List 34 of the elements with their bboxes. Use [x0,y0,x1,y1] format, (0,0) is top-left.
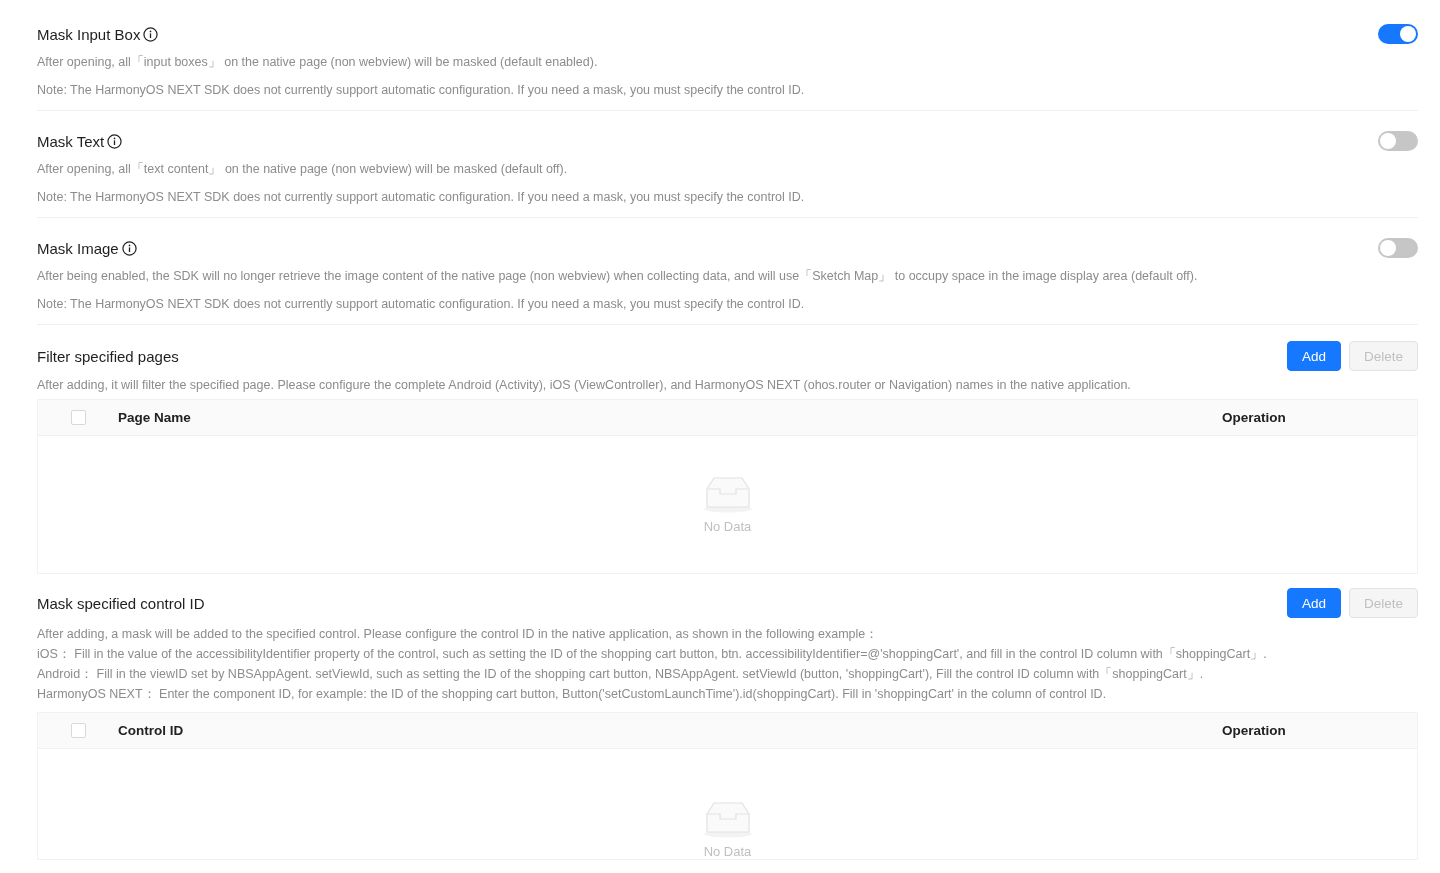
info-icon[interactable] [107,133,123,149]
column-header: Operation [1222,410,1287,425]
setting-title: Mask Text [37,132,105,150]
description-text: Note: The HarmonyOS NEXT SDK does not currently support automatic configuration. If you need a mask, you must specify the control ID. [37,296,806,313]
description-text: After opening, all「input boxes」 on the native page (non webview) will be masked (default enabled). [37,54,599,71]
description-text: HarmonyOS NEXT： Enter the component ID, for example: the ID of the shopping cart button, Button('setCustomLaunchTime').id(shoppingCart). Fill in 'shoppingCart' in the column of control ID. [37,686,1108,703]
column-header: Operation [1222,723,1287,738]
description-text: After opening, all「text content」 on the native page (non webview) will be masked (default off). [37,161,569,178]
description-text: iOS： Fill in the value of the accessibilityIdentifier property of the control, such as setting the ID of the shopping cart button, btn. accessibilityIdentifier=@'shoppingCart', and fill in the control ID column with「shoppingCart」. [37,646,1268,663]
column-header: Control ID [118,723,185,738]
setting-title: Mask Image [37,239,119,257]
description-text: Note: The HarmonyOS NEXT SDK does not currently support automatic configuration. If you need a mask, you must specify the control ID. [37,189,806,206]
setting-title: Mask Input Box [37,25,141,43]
column-header: Page Name [118,410,192,425]
empty-text: No Data [703,519,752,534]
toggle-switch[interactable] [1378,24,1418,44]
info-icon[interactable] [143,26,159,42]
checkbox[interactable] [70,410,86,425]
description-text: Android： Fill in the viewID set by NBSAppAgent. setViewId, such as setting the ID of the shopping cart button, NBSAppAgent. setViewId (button, 'shoppingCart'), Fill the control ID column with「shoppingCart」. [37,666,1205,683]
checkbox[interactable] [70,723,86,738]
info-icon[interactable] [121,240,137,256]
add-button[interactable]: Add [1286,588,1341,618]
description-text: After adding, a mask will be added to the specified control. Please configure the control ID in the native application, as shown in the following example： [37,626,880,643]
toggle-switch[interactable] [1378,238,1418,258]
description-text: After adding, it will filter the specified page. Please configure the complete Android (Activity), iOS (ViewController), and HarmonyOS NEXT (ohos.router or Navigation) names in the native application. [37,377,1132,394]
inbox-icon [702,800,753,838]
inbox-icon [702,475,753,513]
description-text: After being enabled, the SDK will no longer retrieve the image content of the native page (non webview) when collecting data, and will use「Sketch Map」 to occupy space in the image display area (default off). [37,268,1199,285]
section-title: Filter specified pages [37,347,179,365]
section-title: Mask specified control ID [37,594,205,612]
add-button[interactable]: Add [1286,341,1341,371]
empty-text: No Data [703,844,752,859]
toggle-switch[interactable] [1378,131,1418,151]
description-text: Note: The HarmonyOS NEXT SDK does not currently support automatic configuration. If you need a mask, you must specify the control ID. [37,82,806,99]
